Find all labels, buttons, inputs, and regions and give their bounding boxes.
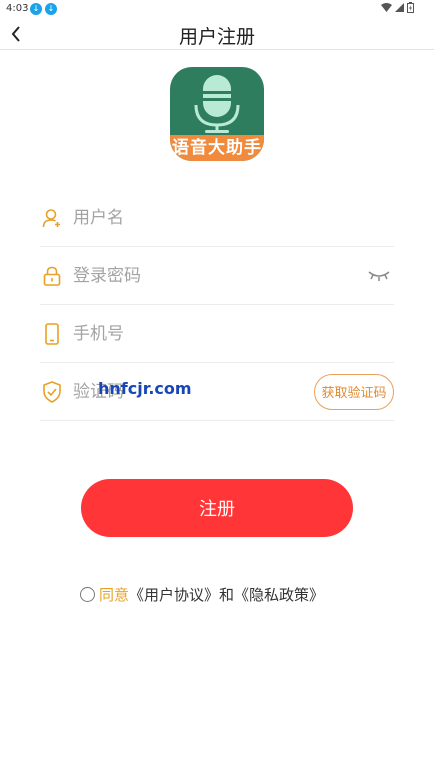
logo-text: 语音大助手 (170, 135, 264, 161)
phone-icon (41, 322, 63, 345)
user-icon (41, 207, 63, 229)
agree-radio[interactable] (80, 586, 95, 602)
phone-row (40, 305, 394, 363)
user-agreement-link[interactable]: 《用户协议》 (129, 584, 219, 605)
page-title: 用户注册 (178, 26, 255, 48)
download-icon: ↓ (30, 3, 42, 15)
download-icon: ↓ (45, 3, 57, 15)
password-input[interactable] (73, 260, 366, 291)
shield-check-icon (41, 380, 63, 403)
signal-icon (395, 3, 404, 12)
get-code-button[interactable]: 获取验证码 (314, 373, 394, 410)
agreement-line: 同意 《用户协议》 和 《隐私政策》 (80, 583, 324, 605)
phone-input[interactable] (73, 318, 394, 349)
status-bar: 4:03 ↓ ↓ (0, 0, 434, 18)
status-time: 4:03 (6, 3, 29, 14)
eye-closed-icon (368, 270, 390, 281)
app-header: 用户注册 (0, 18, 434, 50)
agree-label: 同意 (99, 585, 130, 604)
battery-icon (407, 2, 414, 13)
wifi-icon (381, 3, 392, 12)
privacy-policy-link[interactable]: 《隐私政策》 (234, 584, 324, 605)
status-indicators (381, 2, 414, 13)
username-row (40, 189, 394, 247)
username-input[interactable] (73, 202, 394, 233)
password-row (40, 247, 394, 305)
register-button[interactable]: 注册 (81, 479, 353, 537)
password-visibility-toggle[interactable] (366, 267, 392, 285)
app-logo: 语音大助手 (170, 67, 264, 161)
code-row: 获取验证码 (40, 363, 394, 421)
and-text: 和 (219, 585, 235, 604)
lock-icon (41, 265, 63, 287)
watermark-text: hnfcjr.com (98, 379, 192, 398)
